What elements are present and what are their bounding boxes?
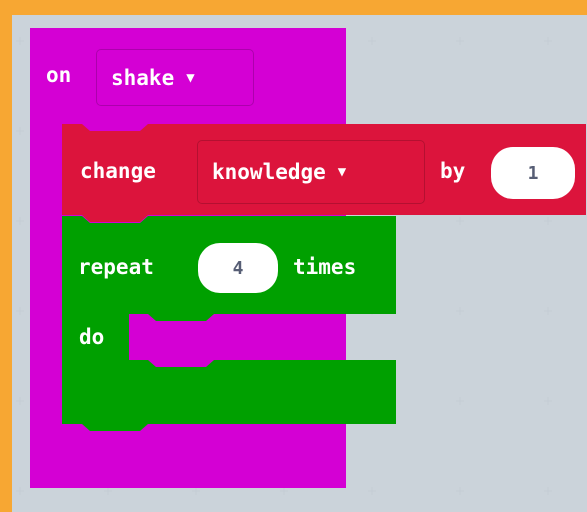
variable-dropdown[interactable]: knowledge ▼ <box>197 140 425 204</box>
repeat-label: repeat <box>78 255 154 279</box>
do-label: do <box>79 325 105 349</box>
chevron-down-icon: ▼ <box>337 164 347 180</box>
event-dropdown-value: shake <box>111 65 175 90</box>
times-label: times <box>293 255 357 279</box>
change-value-input[interactable]: 1 <box>491 147 575 199</box>
repeat-count-input[interactable]: 4 <box>198 243 278 293</box>
event-dropdown[interactable]: shake ▼ <box>96 49 254 106</box>
change-label: change <box>80 159 156 183</box>
on-label: on <box>46 63 72 87</box>
by-label: by <box>440 159 466 183</box>
chevron-down-icon: ▼ <box>186 69 195 86</box>
variable-dropdown-value: knowledge <box>212 160 326 184</box>
